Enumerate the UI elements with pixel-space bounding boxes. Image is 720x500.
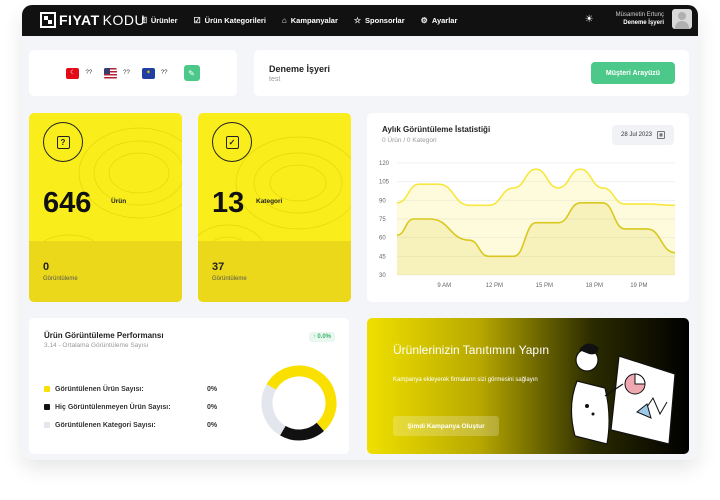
presenter-illustration-icon	[570, 343, 676, 445]
stat-value: 646	[43, 187, 92, 219]
legend-row: Görüntülenen Ürün Sayısı: 0%	[44, 380, 217, 398]
gear-icon: ⚙	[420, 16, 428, 25]
currency-flags-card: ☾ ?? ?? ✶ ?? ✎	[29, 50, 237, 96]
create-campaign-button[interactable]: Şimdi Kampanya Oluştur	[393, 416, 499, 436]
date-picker[interactable]: 28 Jul 2023 ▦	[612, 125, 674, 145]
qr-logo-icon	[40, 12, 56, 28]
brand-part2: KODU	[102, 12, 146, 28]
legend-value: 0%	[207, 385, 218, 393]
nav-item-campaigns[interactable]: ⌂ Kampanyalar	[282, 16, 338, 25]
edit-pencil-button[interactable]: ✎	[183, 65, 200, 81]
nav-label: Ürün Kategorileri	[204, 16, 266, 25]
user-info[interactable]: Müsametin Ertunç Deneme İşyeri	[616, 11, 664, 27]
nav-item-settings[interactable]: ⚙ Ayarlar	[421, 16, 458, 25]
x-tick-label: 12 PM	[486, 283, 503, 289]
stat-card-bottom	[29, 241, 182, 302]
x-tick-label: 9 AM	[437, 283, 451, 289]
company-card: Deneme İşyeri test Müşteri Arayüzü	[254, 50, 689, 96]
y-tick-label: 90	[379, 198, 386, 204]
legend-value: 0%	[207, 421, 218, 429]
y-tick-label: 45	[379, 254, 386, 260]
performance-legend: Görüntülenen Ürün Sayısı: 0% Hiç Görüntü…	[44, 380, 217, 434]
stat-sub-value: 37	[212, 261, 225, 273]
x-tick-label: 18 PM	[586, 283, 603, 289]
user-name: Müsametin Ertunç	[615, 12, 664, 18]
change-badge: ↑ 0.0%	[308, 332, 335, 342]
turkey-flag-icon: ☾	[66, 67, 80, 79]
promo-description: Kampanya ekleyerek firmaların sizi görme…	[393, 377, 538, 383]
question-box-icon: ?	[56, 135, 70, 149]
nav-item-sponsors[interactable]: ☆ Sponsorlar	[354, 16, 405, 25]
flag-value-eu: ??	[160, 70, 168, 76]
performance-title: Ürün Görüntüleme Performansı	[44, 331, 164, 340]
legend-dot	[44, 404, 50, 410]
y-tick-label: 75	[379, 217, 386, 223]
stat-label: Kategori	[256, 198, 283, 205]
company-name: Deneme İşyeri	[269, 64, 331, 74]
nav-label: Kampanyalar	[290, 16, 338, 25]
tag-icon: ⌂	[281, 16, 287, 25]
top-navbar: FIYAT KODU ⍰ Ürünler ☑ Ürün Kategorileri…	[22, 5, 698, 36]
stat-value: 13	[212, 187, 245, 219]
customer-interface-button[interactable]: Müşteri Arayüzü	[591, 62, 675, 84]
stat-icon-circle: ✓	[212, 122, 252, 162]
legend-label: Görüntülenen Ürün Sayısı:	[55, 385, 144, 393]
y-tick-label: 120	[379, 161, 390, 167]
donut-chart	[261, 365, 337, 441]
y-tick-label: 30	[379, 273, 386, 279]
box-question-icon: ⍰	[142, 15, 147, 25]
flag-value-tr: ??	[85, 70, 93, 76]
y-tick-label: 105	[379, 180, 390, 186]
performance-card: Ürün Görüntüleme Performansı 3.14 - Orta…	[29, 318, 349, 454]
chart-title: Aylık Görüntüleme İstatistiği	[382, 125, 491, 134]
app-window: FIYAT KODU ⍰ Ürünler ☑ Ürün Kategorileri…	[22, 5, 698, 460]
x-tick-label: 19 PM	[630, 283, 647, 289]
stat-sub-label: Görüntüleme	[212, 276, 247, 282]
legend-label: Hiç Görüntülenmeyen Ürün Sayısı:	[55, 403, 171, 411]
products-stat-card[interactable]: ? 646 Ürün 0 Görüntüleme	[29, 113, 182, 302]
promo-title: Ürünlerinizin Tanıtımını Yapın	[393, 343, 550, 357]
stat-sub-value: 0	[43, 261, 50, 273]
eu-flag-icon: ✶	[141, 67, 155, 79]
usa-flag-icon	[104, 67, 118, 79]
campaign-promo-card: Ürünlerinizin Tanıtımını Yapın Kampanya …	[367, 318, 689, 454]
stat-icon-circle: ?	[43, 122, 83, 162]
legend-value: 0%	[207, 403, 218, 411]
check-box-icon: ✓	[225, 135, 239, 149]
legend-label: Görüntülenen Kategori Sayısı:	[55, 421, 156, 429]
checkbox-icon: ☑	[193, 16, 201, 25]
monthly-views-chart-card: Aylık Görüntüleme İstatistiği 0 Ürün / 0…	[367, 113, 689, 302]
chart-subtitle: 0 Ürün / 0 Kategori	[382, 137, 437, 144]
stat-sub-label: Görüntüleme	[43, 276, 78, 282]
legend-dot	[44, 386, 50, 392]
nav-item-categories[interactable]: ☑ Ürün Kategorileri	[193, 16, 265, 25]
flag-value-us: ??	[123, 70, 130, 76]
main-menu: ⍰ Ürünler ☑ Ürün Kategorileri ⌂ Kampanya…	[142, 5, 457, 36]
brand-part1: FIYAT	[59, 12, 100, 28]
company-subtitle: test	[269, 76, 281, 83]
legend-row: Görüntülenen Kategori Sayısı: 0%	[44, 416, 217, 434]
y-tick-label: 60	[379, 236, 386, 242]
nav-label: Sponsorlar	[365, 16, 405, 25]
stat-label: Ürün	[111, 198, 127, 205]
x-tick-label: 15 PM	[536, 283, 553, 289]
pencil-icon: ✎	[188, 68, 195, 78]
legend-dot	[44, 422, 50, 428]
area-chart: 120 105 90 75 60 45 30 9 AM 12 PM 15 PM 18 PM 19 PM	[379, 161, 676, 289]
categories-stat-card[interactable]: ✓ 13 Kategori 37 Görüntüleme	[198, 113, 351, 302]
sun-icon[interactable]: ☀	[585, 14, 594, 25]
user-company: Deneme İşyeri	[623, 20, 664, 26]
nav-label: Ürünler	[150, 16, 178, 25]
calendar-icon: ▦	[657, 131, 666, 139]
avatar[interactable]	[672, 9, 692, 29]
nav-label: Ayarlar	[431, 16, 458, 25]
legend-row: Hiç Görüntülenmeyen Ürün Sayısı: 0%	[44, 398, 217, 416]
date-value: 28 Jul 2023	[620, 132, 653, 138]
star-icon: ☆	[353, 16, 362, 25]
brand-logo[interactable]: FIYAT KODU	[40, 12, 145, 28]
performance-subtitle: 3.14 - Ortalama Görüntüleme Sayısı	[44, 342, 149, 349]
nav-item-products[interactable]: ⍰ Ürünler	[142, 16, 177, 26]
nav-user-area: ☀ Müsametin Ertunç Deneme İşyeri	[585, 9, 692, 29]
